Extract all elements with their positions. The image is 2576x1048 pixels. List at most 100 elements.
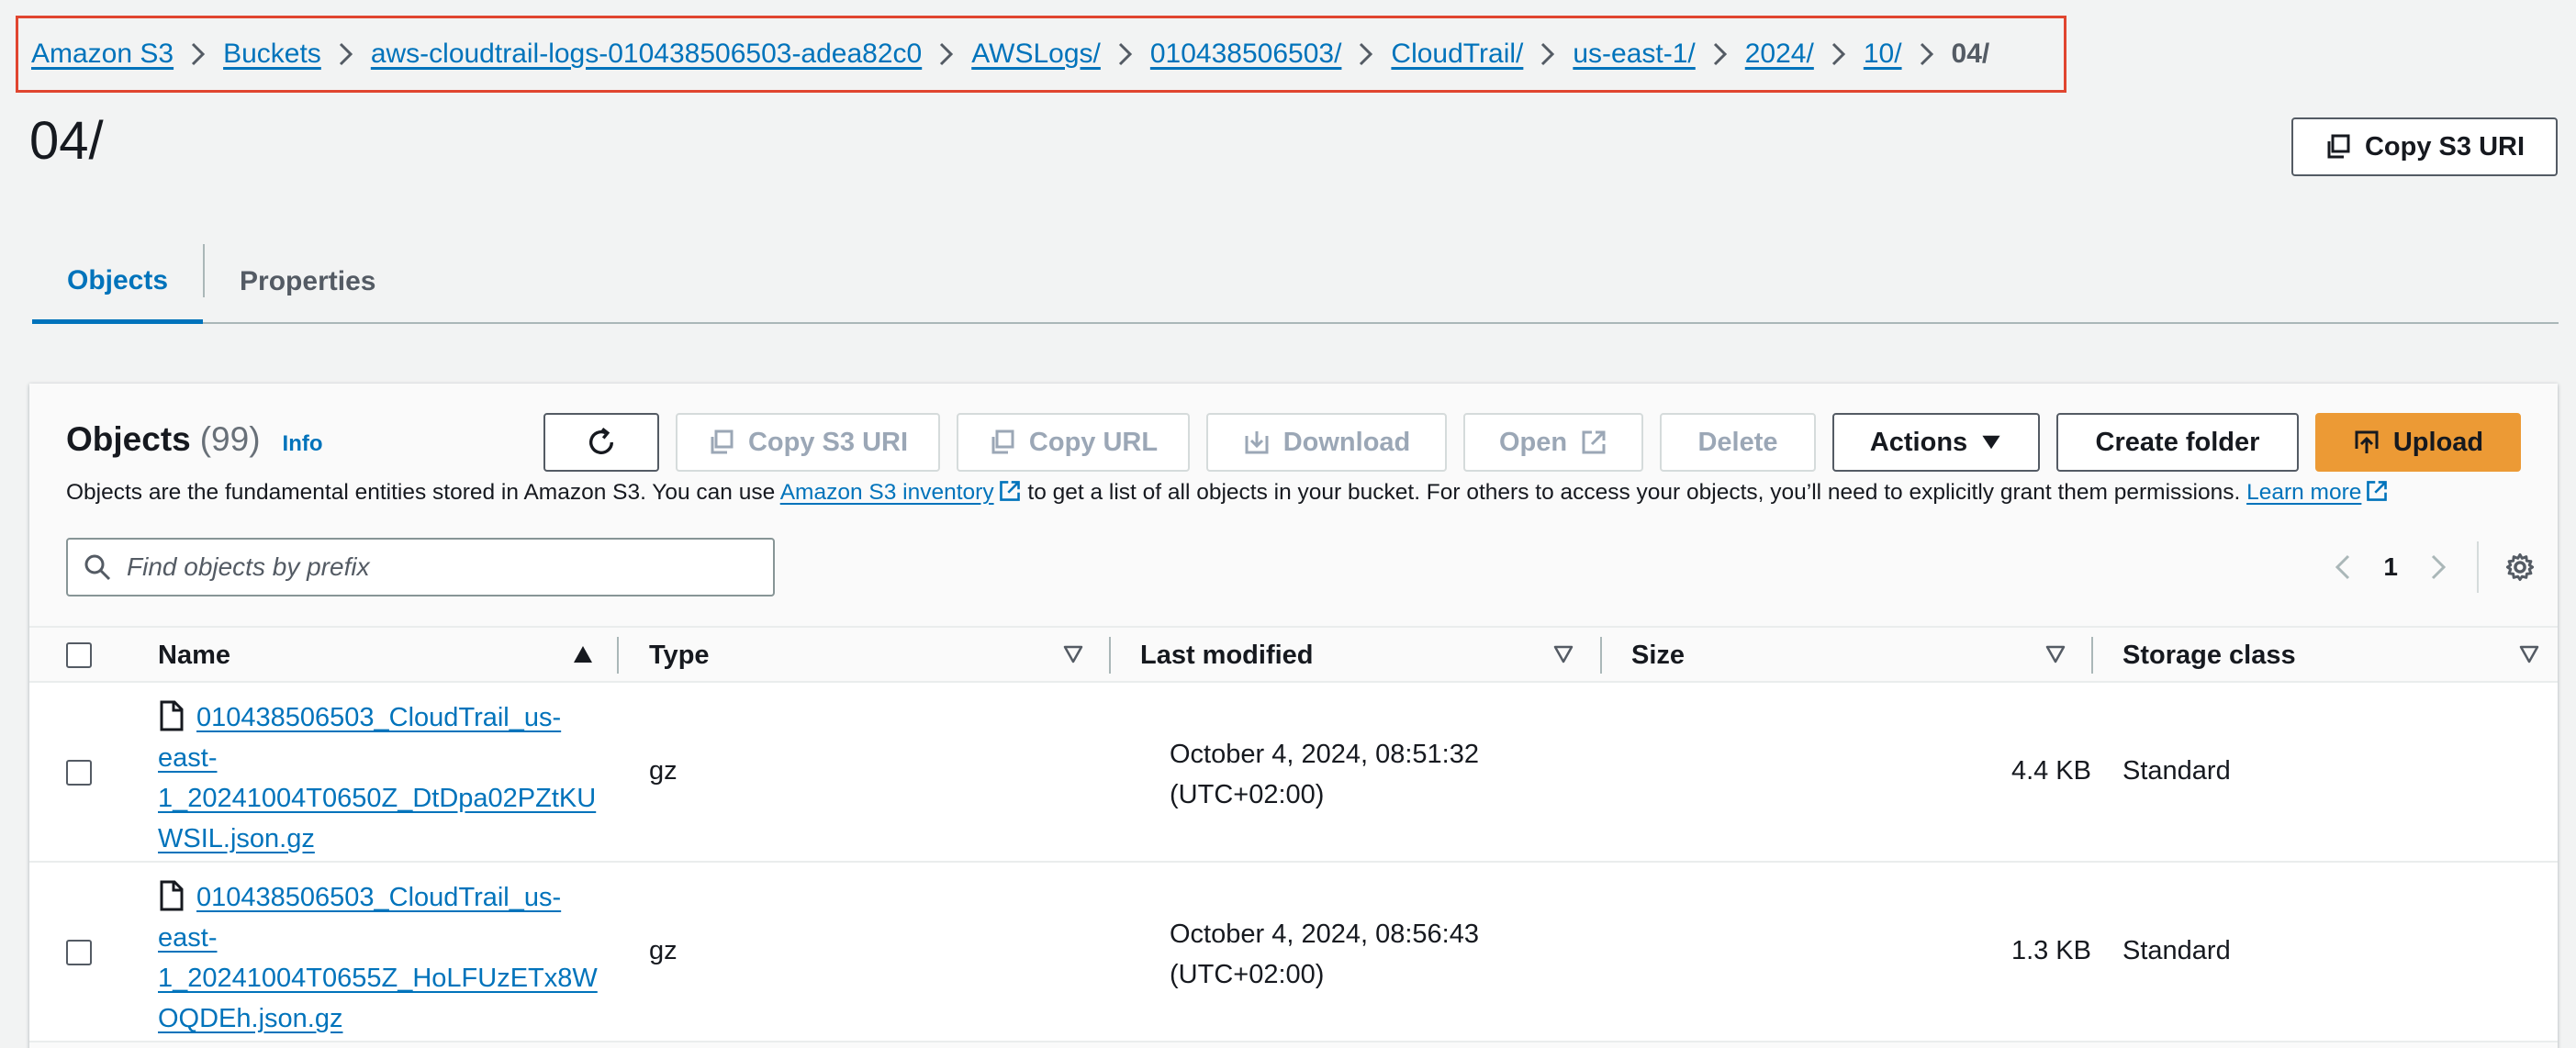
learn-more-link[interactable]: Learn more (2246, 480, 2361, 505)
breadcrumb-cloudtrail[interactable]: CloudTrail/ (1391, 39, 1523, 70)
object-storage-class: Standard (2122, 756, 2231, 786)
object-last-modified: October 4, 2024, 08:56:43 (UTC+02:00) (1170, 914, 1537, 995)
chevron-right-icon (1523, 41, 1573, 67)
refresh-button[interactable] (543, 413, 659, 472)
current-page-number[interactable]: 1 (2383, 552, 2398, 582)
breadcrumb-buckets[interactable]: Buckets (223, 39, 321, 70)
tab-bar: Objects Properties (32, 241, 2559, 324)
actions-label: Actions (1869, 427, 1968, 457)
objects-table: Name Type Last modified Size Storage cla… (29, 626, 2558, 1042)
object-name-link[interactable]: 010438506503_CloudTrail_us-east- 1_202410… (158, 883, 598, 1033)
page-title: 04/ (29, 111, 104, 171)
description-text-2: to get a list of all objects in your buc… (1021, 480, 2247, 505)
chevron-right-icon[interactable] (2424, 553, 2451, 581)
row-checkbox[interactable] (66, 940, 92, 965)
actions-dropdown[interactable]: Actions (1832, 413, 2040, 472)
chevron-right-icon (922, 41, 971, 67)
copy-icon (991, 429, 1014, 454)
table-row[interactable]: 010438506503_CloudTrail_us-east- 1_202410… (29, 683, 2558, 863)
object-last-modified: October 4, 2024, 08:51:32 (UTC+02:00) (1170, 734, 1537, 815)
object-size: 4.4 KB (2010, 756, 2091, 786)
tab-properties[interactable]: Properties (205, 241, 410, 322)
sort-icon[interactable] (2045, 644, 2066, 664)
last-modified-date: October 4, 2024, 08:56:43 (1170, 920, 1479, 949)
copy-s3-uri-header-button[interactable]: Copy S3 URI (2291, 117, 2558, 176)
upload-button[interactable]: Upload (2315, 413, 2521, 472)
panel-title: Objects (66, 420, 191, 458)
copy-icon (711, 429, 734, 454)
open-label: Open (1498, 427, 1568, 457)
column-divider (2091, 637, 2093, 674)
tab-objects[interactable]: Objects (32, 241, 204, 324)
create-folder-label: Create folder (2095, 427, 2260, 457)
object-name-line: WSIL.json.gz (158, 824, 315, 853)
chevron-left-icon[interactable] (2330, 553, 2358, 581)
upload-label: Upload (2392, 427, 2484, 457)
object-name-line: OQDEh.json.gz (158, 1004, 343, 1033)
chevron-right-icon (1902, 41, 1952, 67)
s3-inventory-link[interactable]: Amazon S3 inventory (780, 480, 994, 505)
breadcrumb-region[interactable]: us-east-1/ (1573, 39, 1695, 70)
copy-s3-uri-label: Copy S3 URI (747, 427, 909, 457)
column-header-name[interactable]: Name (158, 628, 230, 683)
object-name-line: 1_20241004T0650Z_DtDpa02PZtKU (158, 784, 597, 813)
last-modified-timezone: (UTC+02:00) (1170, 960, 1325, 989)
open-button[interactable]: Open (1463, 413, 1643, 472)
copy-url-label: Copy URL (1028, 427, 1159, 457)
breadcrumb-bucket-name[interactable]: aws-cloudtrail-logs-010438506503-adea82c… (371, 39, 922, 70)
breadcrumb-month[interactable]: 10/ (1864, 39, 1902, 70)
object-name-link[interactable]: 010438506503_CloudTrail_us-east- 1_202410… (158, 703, 596, 853)
sort-ascending-icon[interactable] (573, 644, 593, 664)
external-link-icon (2367, 481, 2388, 501)
copy-url-button[interactable]: Copy URL (957, 413, 1190, 472)
chevron-right-icon (1696, 41, 1745, 67)
object-name-cell: 010438506503_CloudTrail_us-east- 1_202410… (158, 877, 626, 1039)
copy-s3-uri-button[interactable]: Copy S3 URI (676, 413, 940, 472)
pager-divider (2477, 541, 2479, 593)
sort-icon[interactable] (1063, 644, 1083, 664)
sort-icon[interactable] (2519, 644, 2539, 664)
panel-description: Objects are the fundamental entities sto… (66, 479, 2389, 506)
gear-icon[interactable] (2504, 552, 2536, 583)
object-name-line: 1_20241004T0655Z_HoLFUzETx8W (158, 964, 598, 993)
column-divider (1109, 637, 1111, 674)
download-icon (1245, 431, 1269, 454)
chevron-right-icon (1101, 41, 1150, 67)
object-name-line: east- (158, 743, 218, 773)
column-header-storage-class[interactable]: Storage class (2122, 628, 2296, 683)
external-link-icon (1582, 430, 1606, 454)
column-header-size[interactable]: Size (1631, 628, 1685, 683)
last-modified-date: October 4, 2024, 08:51:32 (1170, 740, 1479, 769)
caret-down-icon (1982, 435, 2000, 450)
external-link-icon (999, 481, 1020, 501)
search-icon (84, 554, 111, 581)
delete-button[interactable]: Delete (1660, 413, 1816, 472)
breadcrumb-amazon-s3[interactable]: Amazon S3 (31, 39, 174, 70)
info-link[interactable]: Info (283, 431, 323, 457)
breadcrumb: Amazon S3 Buckets aws-cloudtrail-logs-01… (16, 16, 2066, 93)
last-modified-timezone: (UTC+02:00) (1170, 780, 1325, 809)
copy-s3-uri-header-label: Copy S3 URI (2364, 131, 2526, 162)
column-header-type[interactable]: Type (649, 628, 710, 683)
object-name-line: east- (158, 923, 218, 953)
chevron-right-icon (174, 41, 223, 67)
select-all-checkbox[interactable] (66, 642, 92, 668)
file-icon (160, 700, 184, 731)
create-folder-button[interactable]: Create folder (2056, 413, 2299, 472)
search-input[interactable] (127, 552, 769, 582)
description-text-1: Objects are the fundamental entities sto… (66, 480, 780, 505)
download-button[interactable]: Download (1206, 413, 1447, 472)
table-row[interactable]: 010438506503_CloudTrail_us-east- 1_202410… (29, 863, 2558, 1042)
chevron-right-icon (1341, 41, 1391, 67)
pagination: 1 (2330, 538, 2536, 596)
file-icon (160, 880, 184, 911)
column-header-last-modified[interactable]: Last modified (1140, 628, 1314, 683)
search-box (66, 538, 775, 596)
row-checkbox[interactable] (66, 760, 92, 786)
sort-icon[interactable] (1553, 644, 1574, 664)
breadcrumb-account[interactable]: 010438506503/ (1150, 39, 1342, 70)
object-count: (99) (199, 420, 261, 458)
breadcrumb-awslogs[interactable]: AWSLogs/ (971, 39, 1101, 70)
column-divider (617, 637, 619, 674)
breadcrumb-year[interactable]: 2024/ (1745, 39, 1814, 70)
